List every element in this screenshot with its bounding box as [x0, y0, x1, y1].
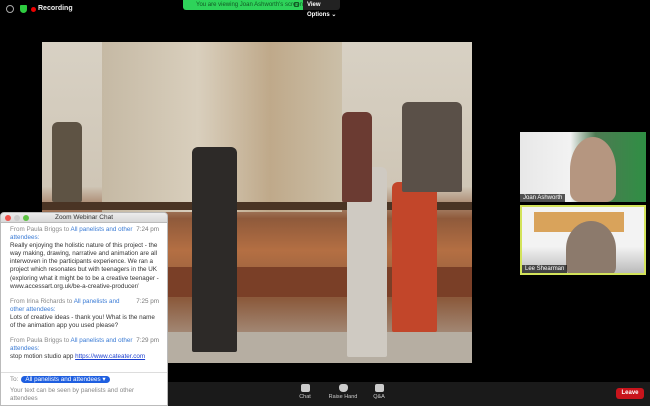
video-figure [342, 112, 372, 202]
hand-icon [338, 384, 348, 392]
chat-title-bar[interactable]: Zoom Webinar Chat [1, 213, 167, 223]
participant-figure [570, 137, 616, 202]
chat-window: Zoom Webinar Chat From Paula Briggs to A… [0, 212, 168, 406]
chat-title: Zoom Webinar Chat [54, 214, 114, 221]
chat-icon [300, 384, 310, 392]
qa-button[interactable]: Q&A [364, 384, 394, 400]
video-figure [392, 182, 437, 332]
maximize-icon[interactable] [23, 215, 29, 221]
message-time: 7:25 pm [136, 297, 159, 305]
message-time: 7:24 pm [136, 226, 159, 233]
message-sender: From Paula Briggs to [10, 226, 71, 233]
recording-dot-icon [31, 7, 36, 12]
message-sender: From Paula Briggs to [10, 337, 71, 345]
raise-hand-label: Raise Hand [328, 394, 358, 400]
top-bar: Recording You are viewing Joan Ashworth'… [0, 0, 650, 18]
meeting-toolbar: Chat Raise Hand Q&A Leave [168, 382, 650, 406]
leave-button[interactable]: Leave [616, 388, 644, 399]
chat-messages[interactable]: From Paula Briggs to All panelists and o… [1, 223, 167, 361]
shield-icon[interactable] [20, 5, 27, 13]
recipient-dropdown[interactable]: All panelists and attendees ▾ [21, 376, 110, 383]
chat-compose[interactable]: To: All panelists and attendees ▾ Your te… [1, 372, 167, 405]
video-figure [402, 102, 462, 192]
raise-hand-button[interactable]: Raise Hand [328, 384, 358, 400]
message-text: Really enjoying the holistic nature of t… [10, 242, 159, 290]
chat-input-placeholder[interactable]: Your text can be seen by panelists and o… [10, 387, 160, 403]
message-text: Lots of creative ideas - thank you! What… [10, 313, 155, 330]
message-time: 7:29 pm [136, 337, 159, 345]
lock-icon [294, 2, 299, 7]
screen-share-banner: You are viewing Joan Ashworth's screen [183, 0, 303, 10]
view-options-button[interactable]: View Options ⌄ [303, 0, 340, 18]
participant-name: Lee Shearman [522, 265, 568, 273]
qa-label: Q&A [373, 394, 385, 400]
participant-name: Joan Ashworth [520, 194, 566, 202]
chat-message: From Paula Briggs to All panelists and o… [10, 226, 159, 291]
chat-message: From Paula Briggs to All panelists and o… [10, 337, 159, 361]
participant-video-lee[interactable]: Lee Shearman [520, 205, 646, 275]
chat-label: Chat [299, 394, 311, 400]
video-figure [192, 147, 237, 352]
participant-video-joan[interactable]: Joan Ashworth [520, 132, 646, 202]
chat-button[interactable]: Chat [290, 384, 320, 400]
chat-message: From Irina Richards to All panelists and… [10, 298, 159, 330]
close-icon[interactable] [5, 215, 11, 221]
video-figure [52, 122, 82, 202]
recording-label: Recording [38, 5, 73, 12]
message-text: stop motion studio app [10, 353, 76, 361]
qa-icon [374, 384, 384, 392]
participant-figure [566, 221, 616, 273]
message-link[interactable]: https://www.cateater.com [75, 353, 145, 360]
banner-text: You are viewing Joan Ashworth's screen [196, 2, 303, 8]
minimize-icon[interactable] [14, 215, 20, 221]
message-sender: From Irina Richards to [10, 297, 74, 305]
to-label: To: [10, 376, 19, 383]
info-icon[interactable] [6, 5, 14, 13]
